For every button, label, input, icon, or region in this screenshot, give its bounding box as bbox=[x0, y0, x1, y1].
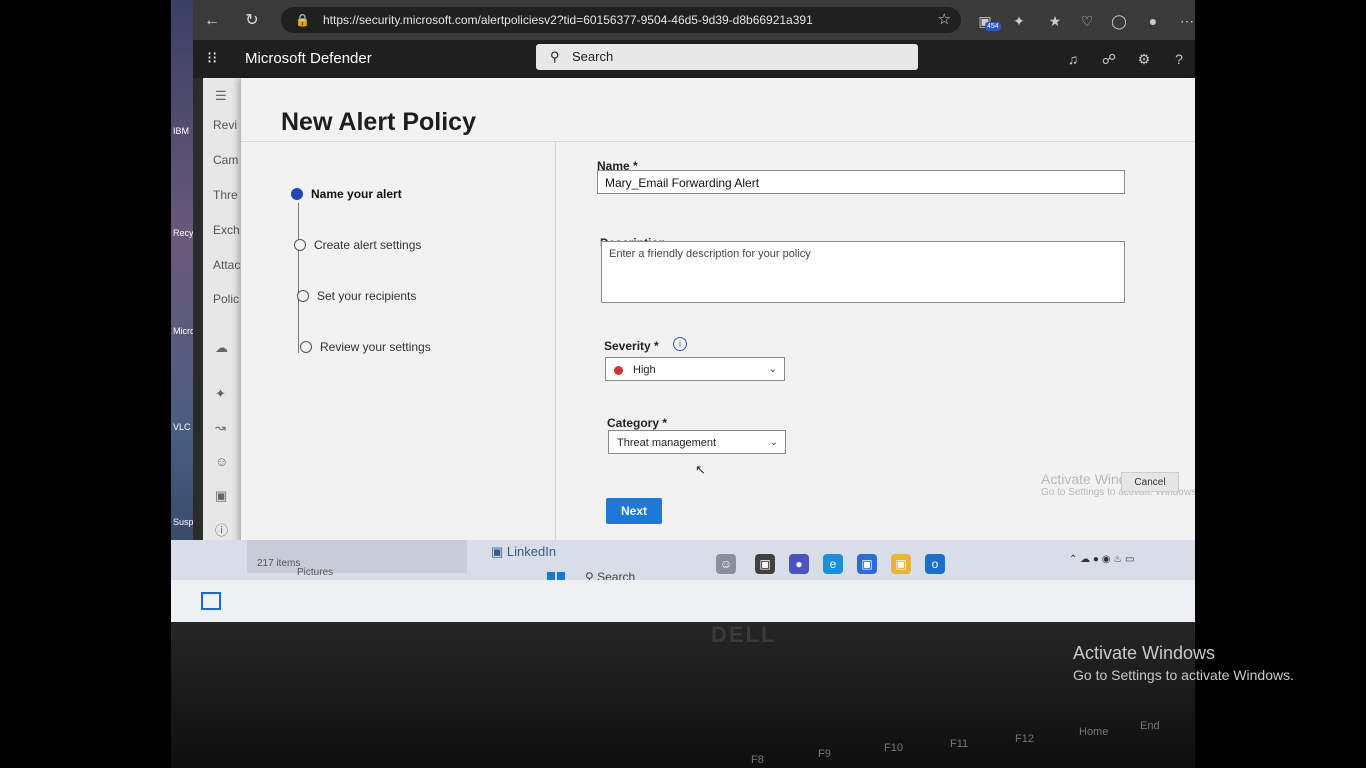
severity-dropdown[interactable]: High ⌄ bbox=[605, 357, 785, 381]
page-title: New Alert Policy bbox=[281, 108, 476, 136]
nav-item-threat[interactable]: Thre bbox=[213, 188, 238, 202]
info-nav-icon[interactable]: ⓘ bbox=[215, 520, 228, 539]
key-home: Home bbox=[1079, 726, 1109, 738]
lock-icon: 🔒 bbox=[295, 13, 310, 27]
url-bar[interactable]: 🔒 https://security.microsoft.com/alertpo… bbox=[281, 7, 961, 33]
edge-browser-icon[interactable]: e bbox=[823, 554, 843, 574]
more-menu-icon[interactable]: ⋯ bbox=[1177, 11, 1195, 31]
url-text: https://security.microsoft.com/alertpoli… bbox=[323, 13, 813, 27]
app-title: Microsoft Defender bbox=[245, 50, 372, 67]
extension-badge: 454 bbox=[985, 22, 1001, 31]
severity-label: Severity * bbox=[604, 339, 659, 353]
photographed-laptop-screen: IBM Recycle Bin Microsoft Edge VLC media… bbox=[171, 0, 1195, 768]
step-label: Set your recipients bbox=[317, 289, 417, 303]
divider bbox=[241, 141, 1195, 142]
explorer-item-count: 217 items bbox=[257, 558, 301, 569]
name-field[interactable]: Mary_Email Forwarding Alert bbox=[597, 170, 1125, 194]
refresh-icon[interactable]: ↻ bbox=[241, 10, 263, 32]
hamburger-icon[interactable]: ☰ bbox=[215, 88, 227, 104]
cancel-button[interactable]: Cancel bbox=[1121, 472, 1179, 492]
gift-icon[interactable]: ▣ bbox=[215, 488, 227, 504]
next-button[interactable]: Next bbox=[606, 498, 662, 524]
key-f9: F9 bbox=[818, 748, 831, 760]
address-bar-row: ← ↻ 🔒 https://security.microsoft.com/ale… bbox=[193, 0, 1195, 40]
laptop-bezel-keyboard: DELL F8 F9 F10 F11 F12 Home End bbox=[171, 622, 1195, 768]
store-app-icon[interactable]: ▣ bbox=[857, 554, 877, 574]
puzzle-extensions-icon[interactable]: ✦ bbox=[1009, 11, 1029, 31]
description-field[interactable]: Enter a friendly description for your po… bbox=[601, 241, 1125, 303]
second-monitor-strip bbox=[171, 580, 1195, 625]
category-dropdown[interactable]: Threat management ⌄ bbox=[608, 430, 786, 454]
bell-icon[interactable]: ♫ bbox=[1063, 49, 1083, 69]
new-alert-policy-panel: New Alert Policy Name your alert Create … bbox=[241, 78, 1195, 555]
help-icon[interactable]: ? bbox=[1169, 49, 1189, 69]
step-pending-dot-icon bbox=[294, 239, 306, 251]
watermark-line2: Go to Settings to activate Windows. bbox=[1073, 667, 1294, 683]
key-f10: F10 bbox=[884, 742, 903, 754]
favorites-icon[interactable]: ★ bbox=[1045, 11, 1065, 31]
wand-icon[interactable]: ✦ bbox=[215, 386, 226, 402]
step-label: Create alert settings bbox=[314, 238, 422, 252]
dell-logo: DELL bbox=[711, 622, 777, 647]
category-label: Category * bbox=[607, 416, 668, 430]
divider bbox=[555, 141, 556, 555]
severity-value: High bbox=[633, 364, 656, 376]
people-icon[interactable]: ☺ bbox=[215, 454, 228, 469]
chevron-down-icon: ⌄ bbox=[768, 364, 777, 375]
chart-icon[interactable]: ↝ bbox=[215, 420, 226, 436]
stepper-line bbox=[298, 203, 299, 353]
key-f12: F12 bbox=[1015, 733, 1034, 745]
linkedin-icon: ▣ bbox=[491, 544, 507, 559]
share-icon[interactable]: ☍ bbox=[1099, 49, 1119, 69]
file-explorer-app-icon[interactable]: ▣ bbox=[755, 554, 775, 574]
heart-icon[interactable]: ♡ bbox=[1077, 11, 1097, 31]
nav-item-attack[interactable]: Attac bbox=[213, 258, 240, 272]
browser-window: ← ↻ 🔒 https://security.microsoft.com/ale… bbox=[193, 0, 1195, 555]
explorer-item: Pictures bbox=[297, 567, 334, 578]
watermark-line1: Activate Windows bbox=[1073, 643, 1216, 663]
panel-layout-icon[interactable] bbox=[201, 592, 221, 610]
gear-icon[interactable]: ⚙ bbox=[1134, 49, 1154, 69]
system-tray[interactable]: ⌃ ☁ ● ◉ ♨ ▭ bbox=[1069, 554, 1134, 565]
nav-item-campaigns[interactable]: Cam bbox=[213, 153, 238, 167]
key-f11: F11 bbox=[950, 738, 969, 750]
teams-chat-icon[interactable]: ● bbox=[789, 554, 809, 574]
file-explorer-statusbar: 217 items Pictures bbox=[247, 540, 467, 578]
cloud-icon[interactable]: ☁ bbox=[215, 340, 228, 356]
folder-app-icon[interactable]: ▣ bbox=[891, 554, 911, 574]
favorite-star-icon[interactable]: ☆ bbox=[938, 7, 951, 33]
search-placeholder: Search bbox=[572, 49, 614, 64]
search-icon: ⚲ bbox=[550, 49, 560, 64]
mouse-pointer-icon: ↖ bbox=[695, 462, 706, 477]
chevron-down-icon: ⌄ bbox=[769, 437, 778, 448]
category-value: Threat management bbox=[617, 437, 717, 449]
photos-app-icon[interactable]: ☺ bbox=[716, 554, 736, 574]
nav-item-review[interactable]: Revi bbox=[213, 118, 237, 132]
defender-header: ⁝⁝ Microsoft Defender ⚲ Search ♫ ☍ ⚙ ? bbox=[193, 40, 1195, 78]
nav-item-policies[interactable]: Polic bbox=[213, 292, 239, 306]
app-launcher-icon[interactable]: ⁝⁝ bbox=[207, 50, 225, 68]
linkedin-tab[interactable]: ▣ LinkedIn bbox=[491, 544, 556, 560]
nav-item-exchange[interactable]: Exch bbox=[213, 223, 240, 237]
high-severity-dot-icon bbox=[614, 366, 623, 375]
key-end: End bbox=[1140, 720, 1160, 732]
step-pending-dot-icon bbox=[297, 290, 309, 302]
outlook-app-icon[interactable]: o bbox=[925, 554, 945, 574]
activate-windows-watermark: Activate Windows Go to Settings to activ… bbox=[1073, 643, 1294, 683]
extension-icon[interactable]: ▣ 454 bbox=[975, 11, 1001, 31]
info-icon[interactable]: i bbox=[673, 337, 687, 351]
taskbar: 217 items Pictures ▣ LinkedIn ⚲ Search ☺… bbox=[171, 540, 1195, 590]
back-arrow-icon[interactable]: ← bbox=[201, 10, 223, 32]
key-f8: F8 bbox=[751, 754, 764, 766]
shield-icon[interactable]: ◯ bbox=[1109, 11, 1129, 31]
step-current-dot-icon bbox=[291, 188, 303, 200]
step-label: Name your alert bbox=[311, 187, 402, 201]
step-label: Review your settings bbox=[320, 340, 431, 354]
step-pending-dot-icon bbox=[300, 341, 312, 353]
global-search-input[interactable]: ⚲ Search bbox=[536, 44, 918, 70]
profile-avatar-icon[interactable]: ● bbox=[1143, 11, 1163, 31]
linkedin-label: LinkedIn bbox=[506, 544, 557, 559]
